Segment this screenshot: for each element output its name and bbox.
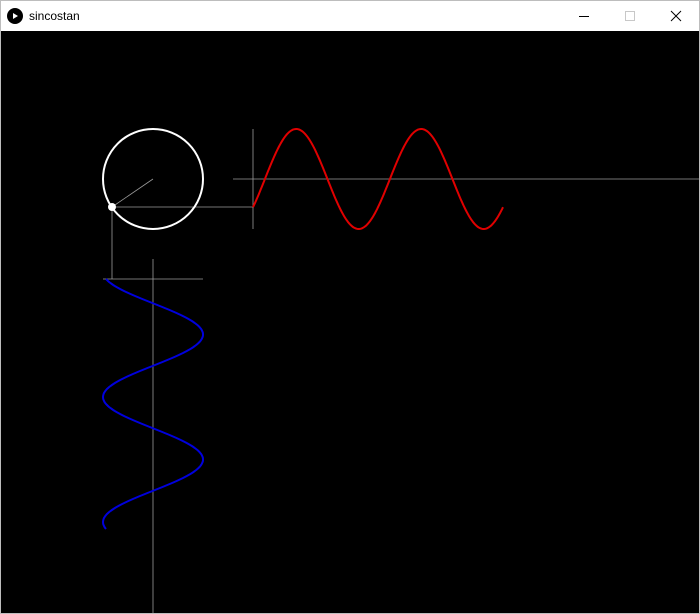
app-window: sincostan	[0, 0, 700, 614]
sketch-canvas[interactable]	[1, 31, 699, 613]
sketch-drawing	[101, 128, 699, 613]
window-title: sincostan	[29, 9, 80, 23]
maximize-icon	[625, 11, 635, 21]
window-controls	[561, 1, 699, 31]
close-button[interactable]	[653, 1, 699, 31]
play-icon	[7, 8, 23, 24]
circle-point	[108, 203, 116, 211]
maximize-button[interactable]	[607, 1, 653, 31]
close-icon	[670, 10, 682, 22]
title-bar[interactable]: sincostan	[1, 1, 699, 31]
radius-line	[111, 178, 154, 208]
minimize-button[interactable]	[561, 1, 607, 31]
minimize-icon	[579, 16, 589, 17]
